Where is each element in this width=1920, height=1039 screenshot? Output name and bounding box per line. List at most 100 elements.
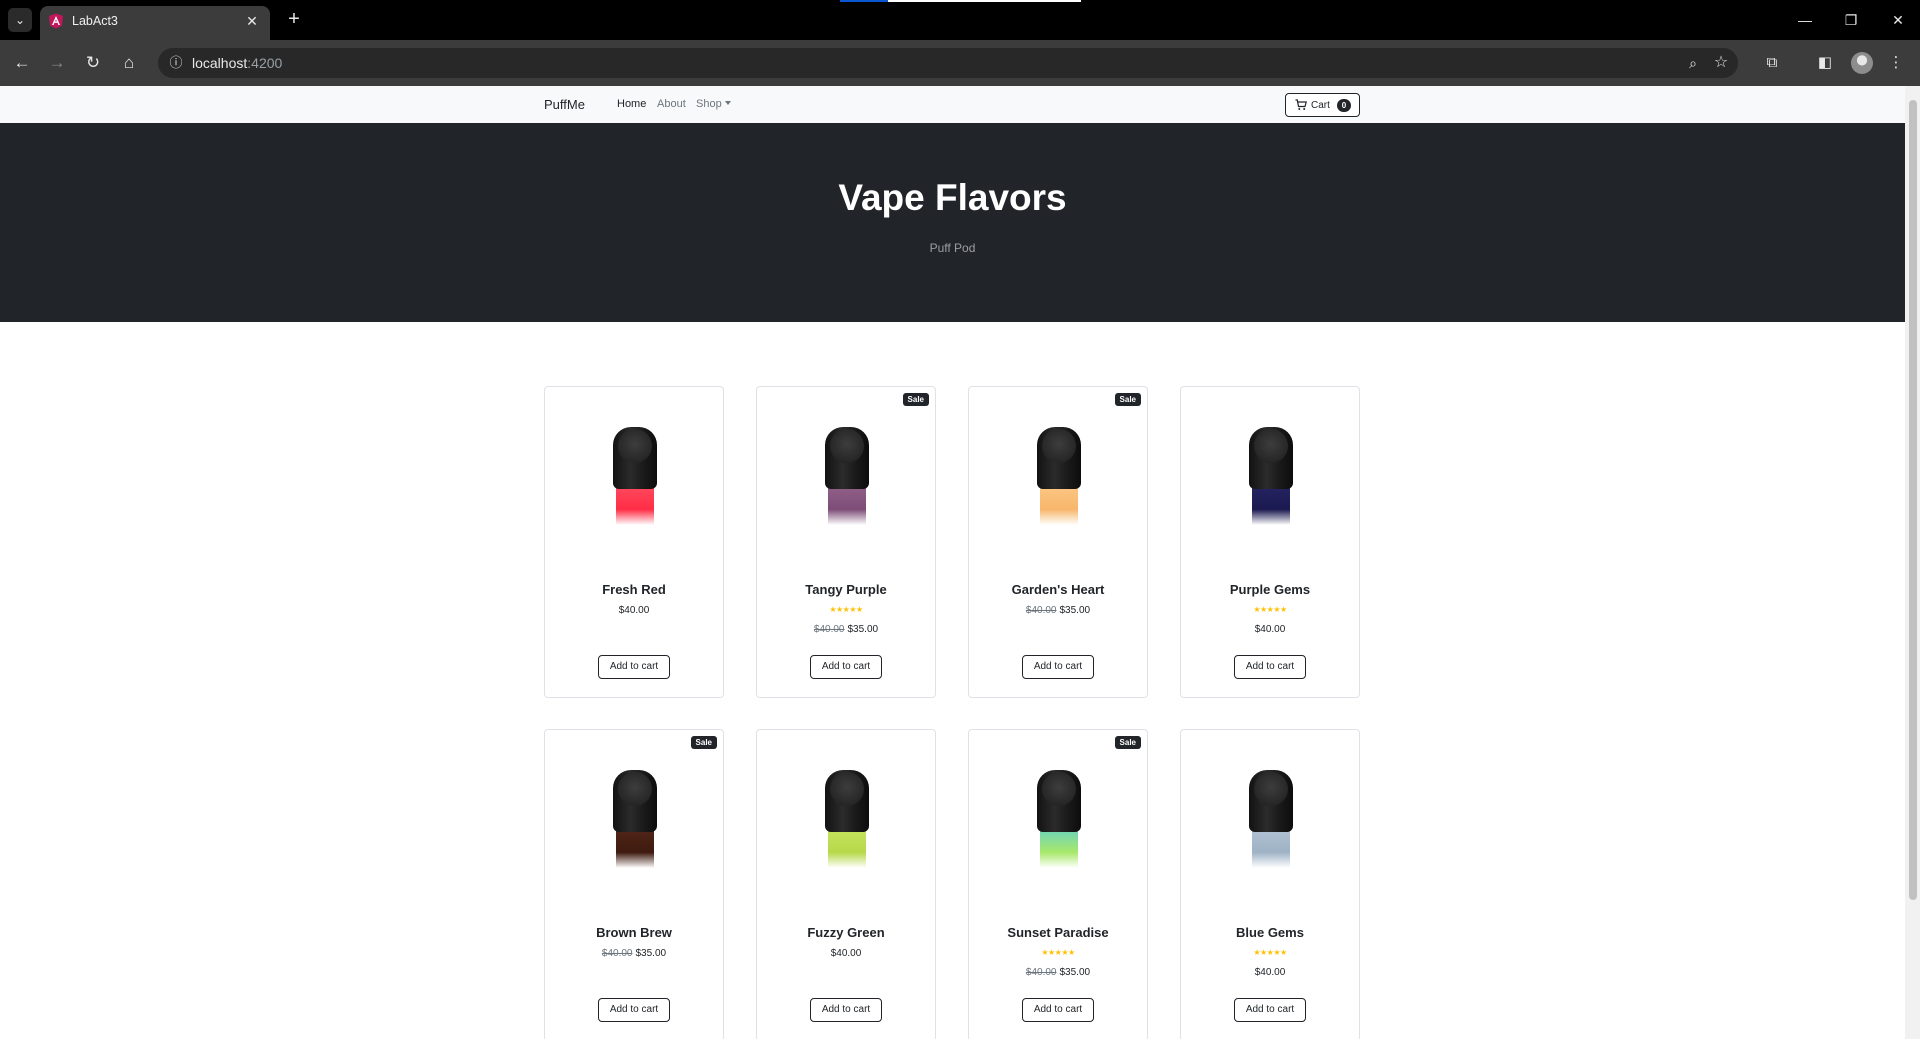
url-text: localhost:4200 <box>192 55 283 71</box>
sale-badge: Sale <box>1114 393 1141 406</box>
page-viewport: PuffMe Home About Shop Cart 0 Vape Flavo… <box>0 86 1905 1039</box>
product-price: $40.00 $35.00 <box>813 624 879 635</box>
rating-stars: ★★★★★ <box>1041 948 1075 957</box>
old-price: $40.00 <box>1025 967 1057 978</box>
browser-toolbar: ← → ↻ ⌂ ⓘ localhost:4200 ⌕ ☆ ⧉ ◧ ⋮ <box>0 40 1920 86</box>
zoom-icon[interactable]: ⌕ <box>1682 52 1704 74</box>
side-panel-icon[interactable]: ◧ <box>1813 51 1837 75</box>
product-card: Sale Brown Brew $40.00 $35.00 Add to cart <box>544 729 724 1039</box>
pod-image <box>613 770 657 872</box>
bookmark-star-icon[interactable]: ☆ <box>1710 52 1732 74</box>
add-to-cart-button[interactable]: Add to cart <box>1234 655 1306 679</box>
product-price: $40.00 $35.00 <box>1025 967 1091 978</box>
cart-count-badge: 0 <box>1337 99 1351 112</box>
product-price: $40.00 $35.00 <box>1025 605 1091 616</box>
pod-cap <box>1249 770 1293 832</box>
add-to-cart-button[interactable]: Add to cart <box>598 998 670 1022</box>
site-navbar: PuffMe Home About Shop Cart 0 <box>0 86 1905 123</box>
browser-tabstrip: ⌄ LabAct3 ✕ + — ❐ ✕ <box>0 0 1920 40</box>
pod-cap <box>1037 427 1081 489</box>
nav-link-shop[interactable]: Shop <box>696 98 731 110</box>
pod-image <box>1249 770 1293 872</box>
product-card: Sale Tangy Purple ★★★★★ $40.00 $35.00 Add… <box>756 386 936 698</box>
pod-image <box>1037 770 1081 872</box>
product-card: Blue Gems ★★★★★ $40.00 Add to cart <box>1180 729 1360 1039</box>
rating-stars: ★★★★★ <box>1253 605 1287 614</box>
rating-stars: ★★★★★ <box>829 605 863 614</box>
pod-image <box>825 770 869 872</box>
product-name: Fuzzy Green <box>807 925 885 940</box>
pod-cap <box>825 770 869 832</box>
rating-stars: ★★★★★ <box>1253 948 1287 957</box>
menu-icon[interactable]: ⋮ <box>1884 51 1908 75</box>
product-name: Brown Brew <box>596 925 672 940</box>
scrollbar-thumb[interactable] <box>1909 100 1917 900</box>
chevron-down-icon <box>724 101 731 105</box>
old-price: $40.00 <box>601 948 633 959</box>
forward-arrow-icon[interactable]: → <box>45 51 69 75</box>
product-card: Sale Sunset Paradise ★★★★★ $40.00 $35.00 … <box>968 729 1148 1039</box>
browser-tab[interactable]: LabAct3 ✕ <box>40 6 270 40</box>
page-scrollbar[interactable] <box>1905 86 1920 1039</box>
window-close-icon[interactable]: ✕ <box>1883 6 1913 34</box>
product-price: $40.00 <box>830 948 862 959</box>
home-icon[interactable]: ⌂ <box>117 51 141 75</box>
pod-image <box>825 427 869 529</box>
navbar-brand[interactable]: PuffMe <box>544 97 585 112</box>
cart-button[interactable]: Cart 0 <box>1285 93 1360 117</box>
add-to-cart-button[interactable]: Add to cart <box>810 655 882 679</box>
old-price: $40.00 <box>813 624 845 635</box>
tab-close-icon[interactable]: ✕ <box>242 11 262 31</box>
product-price: $40.00 <box>1254 967 1286 978</box>
product-card: Fuzzy Green $40.00 Add to cart <box>756 729 936 1039</box>
extensions-icon[interactable]: ⧉ <box>1760 51 1784 75</box>
loading-indicator <box>840 0 888 2</box>
tab-title: LabAct3 <box>72 14 118 28</box>
add-to-cart-button[interactable]: Add to cart <box>1022 655 1094 679</box>
page-header: Vape Flavors Puff Pod <box>0 123 1905 322</box>
cart-label: Cart <box>1311 100 1330 111</box>
nav-link-home[interactable]: Home <box>617 98 646 110</box>
restore-icon[interactable]: ❐ <box>1836 6 1866 34</box>
product-name: Fresh Red <box>602 582 666 597</box>
pod-cap <box>613 427 657 489</box>
sale-badge: Sale <box>1114 736 1141 749</box>
product-price: $40.00 <box>618 605 650 616</box>
cart-icon <box>1295 99 1307 110</box>
add-to-cart-button[interactable]: Add to cart <box>1022 998 1094 1022</box>
product-price: $40.00 <box>1254 624 1286 635</box>
product-name: Garden's Heart <box>1011 582 1105 597</box>
back-arrow-icon[interactable]: ← <box>10 51 34 75</box>
pod-image <box>1249 427 1293 529</box>
add-to-cart-button[interactable]: Add to cart <box>810 998 882 1022</box>
page-title: Vape Flavors <box>838 177 1067 218</box>
new-tab-button[interactable]: + <box>282 8 306 32</box>
page-subtitle: Puff Pod <box>929 241 976 255</box>
angular-favicon-icon <box>49 13 63 29</box>
nav-link-about[interactable]: About <box>657 98 686 110</box>
tab-search-button[interactable]: ⌄ <box>8 8 32 32</box>
reload-icon[interactable]: ↻ <box>81 51 105 75</box>
pod-cap <box>1249 427 1293 489</box>
site-info-icon[interactable]: ⓘ <box>166 53 186 73</box>
product-name: Tangy Purple <box>805 582 887 597</box>
loading-indicator-track <box>888 0 1081 2</box>
product-card: Fresh Red $40.00 Add to cart <box>544 386 724 698</box>
product-price: $40.00 $35.00 <box>601 948 667 959</box>
pod-cap <box>613 770 657 832</box>
add-to-cart-button[interactable]: Add to cart <box>1234 998 1306 1022</box>
old-price: $40.00 <box>1025 605 1057 616</box>
minimize-icon[interactable]: — <box>1790 6 1820 34</box>
product-name: Sunset Paradise <box>1007 925 1109 940</box>
pod-image <box>1037 427 1081 529</box>
pod-cap <box>825 427 869 489</box>
product-name: Blue Gems <box>1236 925 1304 940</box>
address-bar[interactable]: ⓘ localhost:4200 ⌕ ☆ <box>158 48 1738 78</box>
profile-avatar[interactable] <box>1851 52 1873 74</box>
pod-image <box>613 427 657 529</box>
product-card: Sale Garden's Heart $40.00 $35.00 Add to … <box>968 386 1148 698</box>
pod-cap <box>1037 770 1081 832</box>
add-to-cart-button[interactable]: Add to cart <box>598 655 670 679</box>
sale-badge: Sale <box>690 736 717 749</box>
product-card: Purple Gems ★★★★★ $40.00 Add to cart <box>1180 386 1360 698</box>
